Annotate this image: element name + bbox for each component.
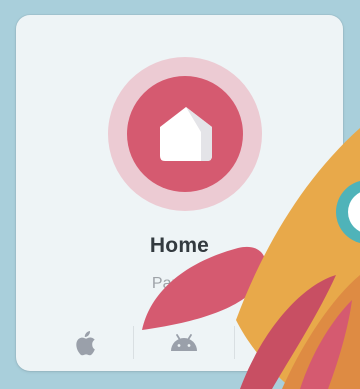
android-icon [171, 334, 197, 351]
app-title: Home [149, 234, 210, 257]
app-card[interactable]: Home Parents Web [16, 15, 343, 371]
platform-web[interactable]: Web [235, 323, 335, 363]
app-subtitle: Parents [151, 275, 208, 292]
apple-icon [75, 331, 95, 356]
platform-android[interactable] [134, 323, 234, 363]
app-icon [127, 76, 243, 192]
platform-ios[interactable] [34, 323, 133, 363]
platform-list: Web [16, 323, 343, 363]
app-icon-ring [108, 57, 262, 211]
home-icon [160, 107, 212, 161]
web-label: Web [269, 334, 301, 352]
